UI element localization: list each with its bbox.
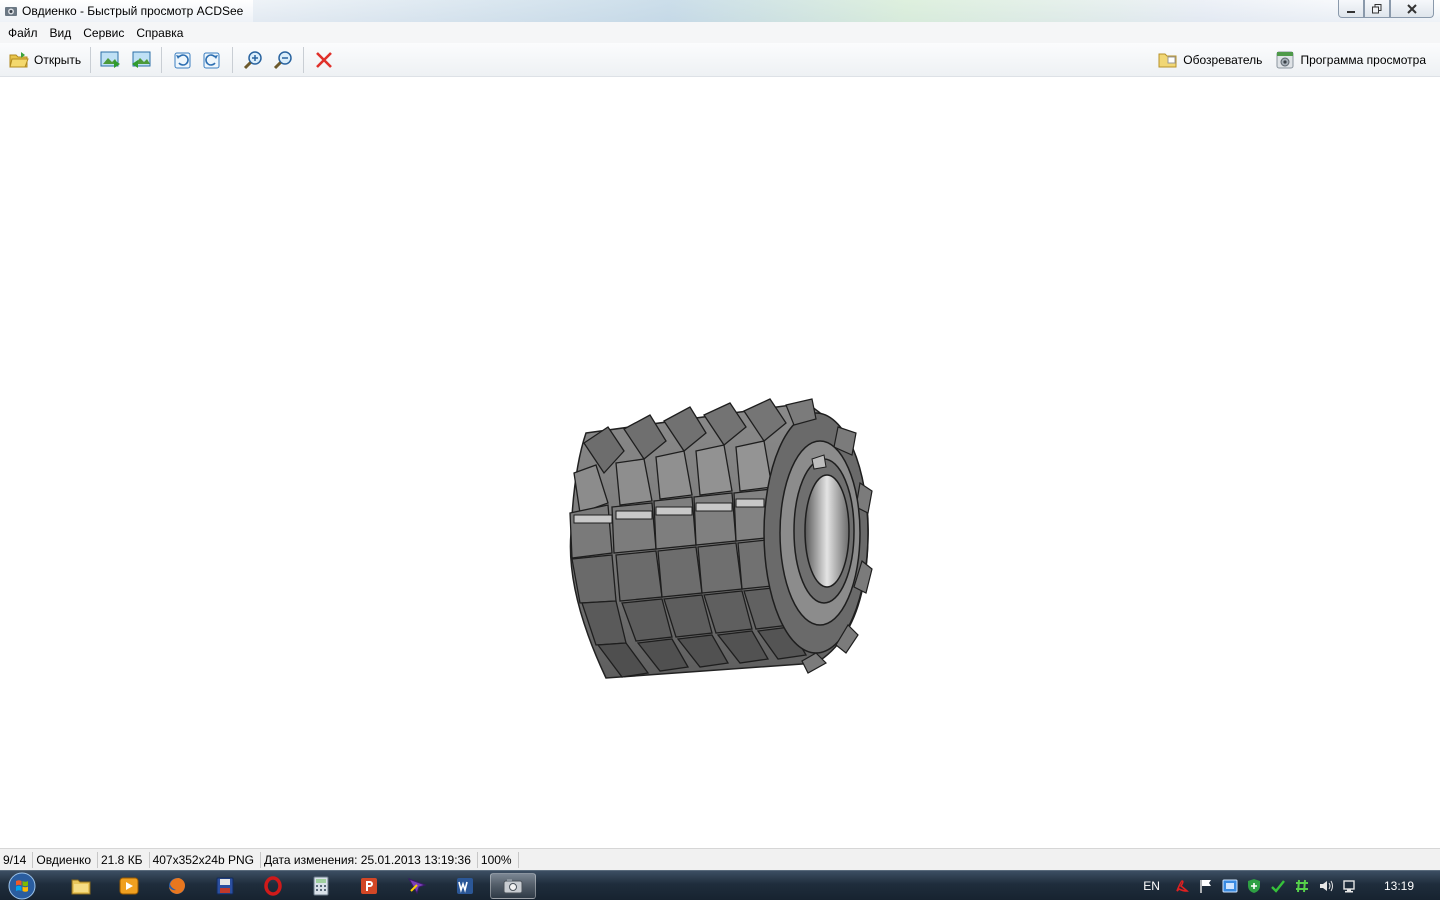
minimize-button[interactable] [1338, 0, 1364, 18]
media-player-icon [119, 877, 139, 894]
rotate-right-button[interactable] [197, 46, 227, 74]
maximize-icon [1372, 3, 1382, 13]
taskbar-powerpoint[interactable] [346, 873, 392, 899]
start-button[interactable] [0, 871, 44, 901]
powerpoint-icon [361, 877, 377, 894]
open-button[interactable]: Открыть [4, 46, 85, 74]
taskbar-media-player[interactable] [106, 873, 152, 899]
network-icon[interactable] [1342, 878, 1358, 894]
taskbar-opera[interactable] [250, 873, 296, 899]
status-filename: Овдиенко [33, 851, 98, 868]
acrobat-icon[interactable] [1174, 878, 1190, 894]
maximize-button[interactable] [1364, 0, 1390, 18]
app-icon [407, 877, 427, 894]
taskbar-app[interactable] [394, 873, 440, 899]
status-format: 407x352x24b PNG [150, 851, 261, 868]
toolbar: Открыть Обозреватель Программа просмотра [0, 43, 1440, 77]
close-icon [1407, 3, 1417, 14]
rotate-left-button[interactable] [167, 46, 197, 74]
network-drive-icon[interactable] [1222, 878, 1238, 894]
viewer-icon [1274, 49, 1296, 71]
menu-help[interactable]: Справка [132, 26, 191, 40]
minimize-icon [1347, 10, 1355, 13]
next-image-button[interactable] [126, 46, 156, 74]
displayed-image [516, 363, 923, 715]
viewer-label: Программа просмотра [1300, 53, 1426, 67]
opera-icon [264, 875, 282, 896]
word-icon [457, 877, 473, 894]
previous-image-icon [100, 49, 122, 71]
viewer-button[interactable]: Программа просмотра [1270, 46, 1430, 74]
save-disk-icon [216, 877, 234, 894]
taskbar-word[interactable] [442, 873, 488, 899]
zoom-out-icon [272, 49, 294, 71]
taskbar-firefox[interactable] [154, 873, 200, 899]
zoom-in-icon [242, 49, 264, 71]
taskbar-calculator[interactable] [298, 873, 344, 899]
status-filesize: 21.8 КБ [98, 851, 150, 868]
taskbar: EN 13:19 [0, 870, 1440, 900]
image-viewer[interactable] [0, 77, 1440, 848]
status-position: 9/14 [0, 851, 34, 868]
zoom-out-button[interactable] [268, 46, 298, 74]
acdsee-icon [503, 878, 523, 893]
windows-logo-icon [8, 872, 36, 899]
open-label: Открыть [34, 52, 82, 67]
browser-button[interactable]: Обозреватель [1153, 46, 1266, 74]
window-title: Овдиенко - Быстрый просмотр ACDSee [22, 4, 244, 18]
zoom-in-button[interactable] [238, 46, 268, 74]
taskbar-explorer[interactable] [58, 873, 104, 899]
shield-icon[interactable] [1246, 878, 1262, 894]
hash-icon[interactable] [1294, 878, 1310, 894]
delete-button[interactable] [309, 46, 339, 74]
next-image-icon [130, 49, 152, 71]
taskbar-acdsee[interactable] [490, 872, 536, 899]
explorer-icon [71, 879, 91, 894]
flag-icon[interactable] [1198, 878, 1214, 894]
menu-tools[interactable]: Сервис [79, 26, 132, 40]
clock[interactable]: 13:19 [1384, 879, 1414, 893]
previous-image-button[interactable] [96, 46, 126, 74]
camera-icon [4, 4, 18, 18]
firefox-icon [169, 877, 185, 894]
status-bar: 9/14 Овдиенко 21.8 КБ 407x352x24b PNG Да… [0, 848, 1440, 870]
browser-label: Обозреватель [1183, 53, 1263, 67]
menu-view[interactable]: Вид [46, 26, 80, 40]
menu-bar: Файл Вид Сервис Справка [0, 22, 1440, 43]
gear-hob-image [569, 398, 873, 679]
menu-file[interactable]: Файл [4, 26, 46, 40]
folder-browse-icon [1157, 49, 1179, 71]
title-bar: Овдиенко - Быстрый просмотр ACDSee [0, 0, 1440, 22]
folder-open-icon [8, 49, 30, 71]
calculator-icon [313, 876, 329, 895]
taskbar-save[interactable] [202, 873, 248, 899]
delete-icon [313, 49, 335, 71]
system-tray: EN 13:19 [1143, 871, 1440, 901]
close-button[interactable] [1390, 0, 1434, 18]
status-zoom: 100% [478, 851, 519, 868]
rotate-left-icon [171, 49, 193, 71]
check-icon[interactable] [1270, 878, 1286, 894]
status-modified: Дата изменения: 25.01.2013 13:19:36 [261, 851, 478, 868]
volume-icon[interactable] [1318, 878, 1334, 894]
language-indicator[interactable]: EN [1143, 879, 1160, 893]
rotate-right-icon [201, 49, 223, 71]
